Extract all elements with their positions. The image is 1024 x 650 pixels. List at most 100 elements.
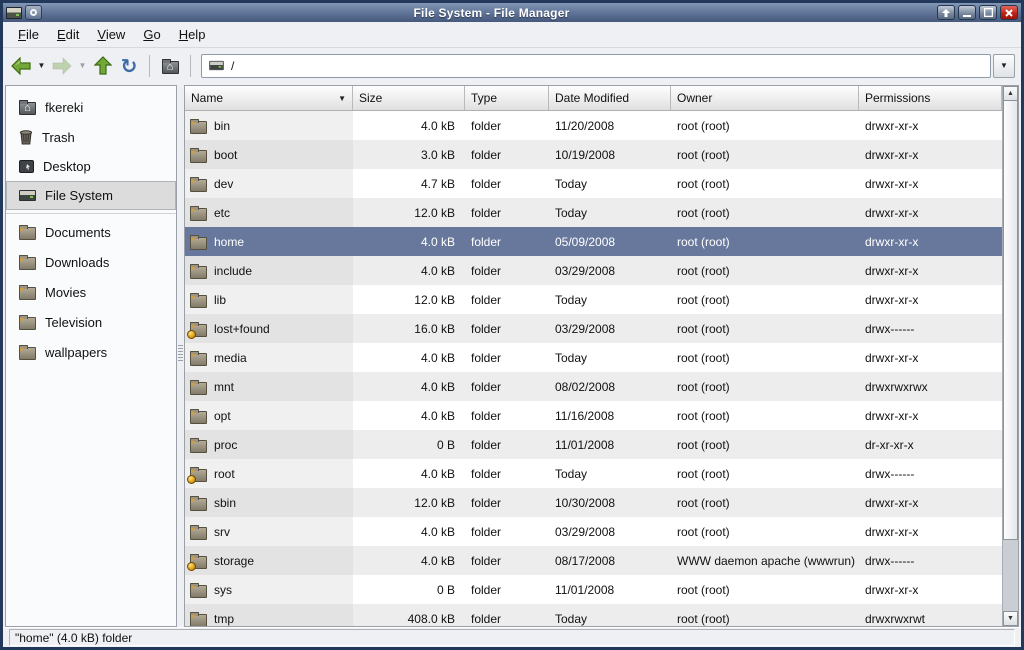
- cell-text: root (root): [677, 438, 730, 452]
- cell-text: 12.0 kB: [414, 293, 455, 307]
- cell-size: 12.0 kB: [353, 198, 465, 227]
- column-header-size[interactable]: Size: [353, 86, 465, 111]
- table-row[interactable]: srv4.0 kBfolder03/29/2008root (root)drwx…: [185, 517, 1002, 546]
- column-header-owner[interactable]: Owner: [671, 86, 859, 111]
- cell-date: 11/01/2008: [549, 575, 671, 604]
- cell-perm: drwxrwxrwx: [859, 372, 1002, 401]
- table-row[interactable]: opt4.0 kBfolder11/16/2008root (root)drwx…: [185, 401, 1002, 430]
- table-row[interactable]: lib12.0 kBfolderTodayroot (root)drwxr-xr…: [185, 285, 1002, 314]
- sidebar-item-file-system[interactable]: File System: [6, 181, 176, 210]
- cell-owner: root (root): [671, 169, 859, 198]
- column-header-name[interactable]: Name▼: [185, 86, 353, 111]
- cell-perm: drwx------: [859, 314, 1002, 343]
- pane-splitter[interactable]: [177, 85, 184, 627]
- sticky-button[interactable]: [25, 5, 42, 20]
- sidebar-separator: [6, 213, 176, 214]
- folder-icon: [190, 498, 207, 511]
- cell-name: media: [185, 343, 353, 372]
- cell-name: opt: [185, 401, 353, 430]
- table-row[interactable]: include4.0 kBfolder03/29/2008root (root)…: [185, 256, 1002, 285]
- menu-edit[interactable]: Edit: [48, 24, 88, 45]
- table-row[interactable]: sbin12.0 kBfolder10/30/2008root (root)dr…: [185, 488, 1002, 517]
- menu-view[interactable]: View: [88, 24, 134, 45]
- toolbar: ▼ ▼ ↻ ⌂ / ▼: [3, 48, 1021, 83]
- table-row[interactable]: boot3.0 kBfolder10/19/2008root (root)drw…: [185, 140, 1002, 169]
- maximize-button[interactable]: [979, 5, 997, 20]
- reload-button[interactable]: ↻: [117, 53, 141, 79]
- path-entry[interactable]: /: [201, 54, 991, 78]
- cell-perm: dr-xr-xr-x: [859, 430, 1002, 459]
- cell-type: folder: [465, 227, 549, 256]
- cell-text: 08/02/2008: [555, 380, 615, 394]
- column-header-type[interactable]: Type: [465, 86, 549, 111]
- forward-button[interactable]: [50, 53, 74, 79]
- column-header-date-modified[interactable]: Date Modified: [549, 86, 671, 111]
- cell-type: folder: [465, 343, 549, 372]
- cell-text: root (root): [677, 148, 730, 162]
- sidebar-item-wallpapers[interactable]: wallpapers: [6, 337, 176, 367]
- sidebar-item-desktop[interactable]: Desktop: [6, 152, 176, 181]
- sidebar-item-fkereki[interactable]: ⌂fkereki: [6, 92, 176, 122]
- table-row[interactable]: bin4.0 kBfolder11/20/2008root (root)drwx…: [185, 111, 1002, 140]
- close-icon: [1005, 9, 1013, 17]
- menu-go[interactable]: Go: [134, 24, 169, 45]
- menu-file[interactable]: File: [9, 24, 48, 45]
- scroll-thumb[interactable]: [1003, 101, 1018, 540]
- cell-perm: drwx------: [859, 459, 1002, 488]
- cell-type: folder: [465, 401, 549, 430]
- sidebar-item-movies[interactable]: Movies: [6, 277, 176, 307]
- cell-owner: root (root): [671, 430, 859, 459]
- sidebar-item-label: File System: [45, 188, 113, 203]
- cell-type: folder: [465, 111, 549, 140]
- home-button[interactable]: ⌂: [158, 53, 182, 79]
- cell-text: 05/09/2008: [555, 235, 615, 249]
- sidebar-item-downloads[interactable]: Downloads: [6, 247, 176, 277]
- trash-icon: [19, 129, 33, 145]
- cell-text: 3.0 kB: [421, 148, 455, 162]
- table-row[interactable]: etc12.0 kBfolderTodayroot (root)drwxr-xr…: [185, 198, 1002, 227]
- table-row[interactable]: lost+found16.0 kBfolder03/29/2008root (r…: [185, 314, 1002, 343]
- cell-size: 16.0 kB: [353, 314, 465, 343]
- table-row[interactable]: tmp408.0 kBfolderTodayroot (root)drwxrwx…: [185, 604, 1002, 626]
- back-history-dropdown[interactable]: ▼: [35, 53, 48, 79]
- table-row[interactable]: storage4.0 kBfolder08/17/2008WWW daemon …: [185, 546, 1002, 575]
- vertical-scrollbar[interactable]: ▲ ▼: [1002, 86, 1018, 626]
- column-header-permissions[interactable]: Permissions: [859, 86, 1002, 111]
- cell-date: Today: [549, 459, 671, 488]
- cell-size: 4.7 kB: [353, 169, 465, 198]
- up-button[interactable]: [91, 53, 115, 79]
- back-button[interactable]: [9, 53, 33, 79]
- scroll-down-button[interactable]: ▼: [1003, 611, 1018, 626]
- scroll-up-button[interactable]: ▲: [1003, 86, 1018, 101]
- scroll-track[interactable]: [1003, 101, 1018, 611]
- table-row[interactable]: dev4.7 kBfolderTodayroot (root)drwxr-xr-…: [185, 169, 1002, 198]
- cell-owner: root (root): [671, 343, 859, 372]
- cell-text: home: [214, 235, 244, 249]
- cell-size: 4.0 kB: [353, 227, 465, 256]
- table-row[interactable]: sys0 Bfolder11/01/2008root (root)drwxr-x…: [185, 575, 1002, 604]
- cell-type: folder: [465, 372, 549, 401]
- cell-date: 03/29/2008: [549, 256, 671, 285]
- close-button[interactable]: [1000, 5, 1018, 20]
- sidebar-item-trash[interactable]: Trash: [6, 122, 176, 152]
- sidebar-item-television[interactable]: Television: [6, 307, 176, 337]
- minimize-button[interactable]: [958, 5, 976, 20]
- table-row[interactable]: mnt4.0 kBfolder08/02/2008root (root)drwx…: [185, 372, 1002, 401]
- table-row[interactable]: media4.0 kBfolderTodayroot (root)drwxr-x…: [185, 343, 1002, 372]
- cell-text: 03/29/2008: [555, 525, 615, 539]
- sidebar-item-documents[interactable]: Documents: [6, 217, 176, 247]
- cell-text: 4.7 kB: [421, 177, 455, 191]
- folder-icon: [190, 208, 207, 221]
- table-row[interactable]: root4.0 kBfolderTodayroot (root)drwx----…: [185, 459, 1002, 488]
- shade-button[interactable]: [937, 5, 955, 20]
- forward-history-dropdown[interactable]: ▼: [76, 53, 89, 79]
- forward-arrow-icon: [52, 57, 72, 75]
- cell-text: 12.0 kB: [414, 206, 455, 220]
- path-dropdown-button[interactable]: ▼: [993, 54, 1015, 78]
- cell-type: folder: [465, 285, 549, 314]
- menu-help[interactable]: Help: [170, 24, 215, 45]
- table-row[interactable]: proc0 Bfolder11/01/2008root (root)dr-xr-…: [185, 430, 1002, 459]
- cell-text: Today: [555, 467, 587, 481]
- table-row[interactable]: home4.0 kBfolder05/09/2008root (root)drw…: [185, 227, 1002, 256]
- window-drive-icon: [6, 7, 22, 19]
